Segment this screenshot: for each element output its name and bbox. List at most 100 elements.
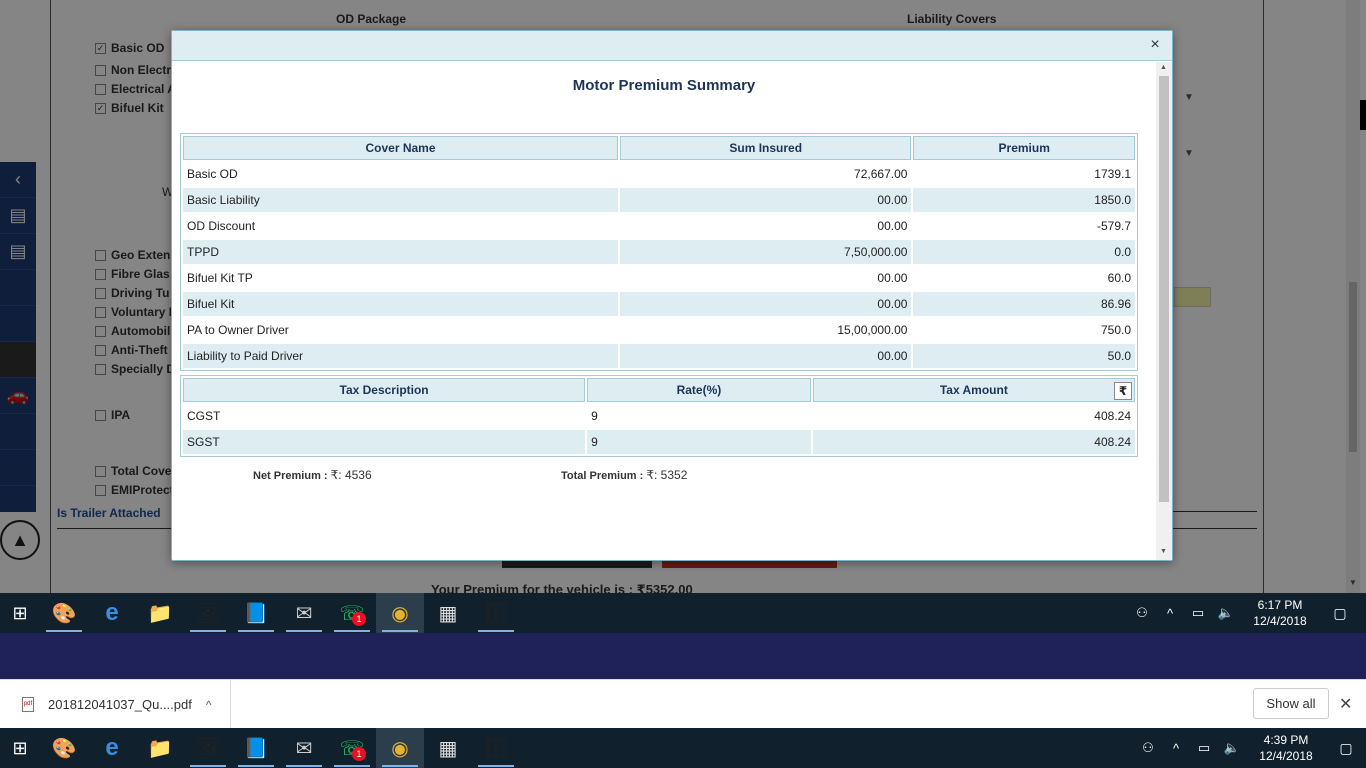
paint-icon[interactable]: 🎨 — [40, 593, 88, 633]
net-premium-label: Net Premium : — [253, 470, 328, 482]
cover-name: Bifuel Kit TP — [187, 271, 253, 285]
clock[interactable]: 6:17 PM 12/4/2018 — [1240, 597, 1320, 629]
column-header: Premium — [913, 136, 1135, 160]
outer-taskbar: ⊞ 🎨 e 📁 🖼 📘 ✉ ☏ 1 ◉ ▦ 🗄 ⚇ ^ ▭ 🔈 4:39 PM 1… — [0, 728, 1366, 768]
download-bar: pdf 201812041037_Qu....pdf ^ Show all ✕ — [0, 679, 1366, 729]
chrome-icon[interactable]: ◉ — [376, 593, 424, 633]
sum-insured: 00.00 — [877, 271, 908, 285]
total-premium-value: ₹: 5352 — [646, 468, 688, 482]
windows-start-icon[interactable]: ⊞ — [0, 593, 40, 633]
modal-scrollbar[interactable]: ▲ ▼ — [1156, 62, 1172, 560]
system-tray: ⚇ ^ ▭ 🔈 4:39 PM 12/4/2018 ▢ — [1134, 728, 1366, 768]
tax-rate: 9 — [591, 409, 598, 423]
edge-icon[interactable]: e — [88, 593, 136, 633]
notes-icon[interactable]: 📘 — [232, 728, 280, 768]
cover-name: PA to Owner Driver — [187, 323, 289, 337]
table-row: PA to Owner Driver 15,00,000.00 750.0 — [183, 318, 1135, 342]
people-icon[interactable]: ⚇ — [1134, 740, 1162, 756]
file-explorer-icon[interactable]: 📁 — [136, 593, 184, 633]
table-header-row: Tax Description Rate(%) Tax Amount ₹ — [183, 378, 1135, 402]
download-item[interactable]: pdf 201812041037_Qu....pdf ^ — [0, 680, 231, 729]
cover-name: Basic Liability — [183, 188, 618, 212]
premium: 0.0 — [913, 240, 1135, 264]
cover-name: TPPD — [183, 240, 618, 264]
archive-icon[interactable]: 🗄 — [472, 593, 520, 633]
download-file-name: 201812041037_Qu....pdf — [48, 697, 192, 712]
photos-icon[interactable]: 🖼 — [184, 728, 232, 768]
total-premium: Total Premium : ₹: 5352 — [561, 468, 687, 482]
scroll-up-icon[interactable]: ▲ — [1160, 64, 1167, 71]
sum-insured: 72,667.00 — [854, 167, 908, 181]
people-icon[interactable]: ⚇ — [1128, 605, 1156, 621]
volume-icon[interactable]: 🔈 — [1218, 740, 1246, 756]
cover-name: Basic OD — [187, 167, 238, 181]
chevron-up-icon[interactable]: ^ — [1162, 741, 1190, 756]
tax-amount: 408.24 — [1094, 409, 1131, 423]
table-row: CGST 9 408.24 — [183, 404, 1135, 428]
pdf-file-icon: pdf — [22, 697, 34, 712]
clock-time: 4:39 PM — [1263, 733, 1309, 747]
notes-icon[interactable]: 📘 — [232, 593, 280, 633]
table-row: Bifuel Kit 00.00 86.96 — [183, 292, 1135, 316]
notification-center-icon[interactable]: ▢ — [1320, 605, 1360, 622]
column-header: Rate(%) — [587, 378, 811, 402]
cover-name: OD Discount — [187, 219, 256, 233]
column-header: Tax Amount — [939, 383, 1008, 397]
table-row: Basic OD 72,667.00 1739.1 — [183, 162, 1135, 186]
table-row: SGST 9 408.24 — [183, 430, 1135, 454]
whatsapp-icon[interactable]: ☏ 1 — [328, 593, 376, 633]
net-premium: Net Premium : ₹: 4536 — [253, 468, 372, 482]
edge-icon[interactable]: e — [88, 728, 136, 768]
calculator-icon[interactable]: ▦ — [424, 728, 472, 768]
photos-icon[interactable]: 🖼 — [184, 593, 232, 633]
clock[interactable]: 4:39 PM 12/4/2018 — [1246, 732, 1326, 764]
whatsapp-icon[interactable]: ☏ 1 — [328, 728, 376, 768]
notification-center-icon[interactable]: ▢ — [1326, 740, 1366, 757]
system-tray: ⚇ ^ ▭ 🔈 6:17 PM 12/4/2018 ▢ — [1128, 593, 1360, 633]
premium: -579.7 — [1096, 219, 1131, 233]
close-icon[interactable]: ✕ — [1339, 694, 1352, 714]
column-header: Sum Insured — [620, 136, 912, 160]
table-row: Liability to Paid Driver 00.00 50.0 — [183, 344, 1135, 368]
show-all-button[interactable]: Show all — [1253, 688, 1329, 719]
table-header-row: Cover Name Sum Insured Premium — [183, 136, 1135, 160]
table-row: TPPD 7,50,000.00 0.0 — [183, 240, 1135, 264]
scrollbar-thumb[interactable] — [1159, 76, 1169, 502]
mail-icon[interactable]: ✉ — [280, 593, 328, 633]
table-row: Bifuel Kit TP 00.00 60.0 — [183, 266, 1135, 290]
premium: 60.0 — [1107, 271, 1131, 285]
clock-date: 12/4/2018 — [1259, 749, 1313, 763]
network-icon[interactable]: ▭ — [1190, 740, 1218, 756]
sum-insured: 00.00 — [620, 292, 912, 316]
calculator-icon[interactable]: ▦ — [424, 593, 472, 633]
tax-description: SGST — [183, 430, 586, 454]
tax-description: CGST — [187, 409, 221, 423]
tax-rate: 9 — [587, 430, 811, 454]
premium: 1850.0 — [913, 188, 1135, 212]
windows-start-icon[interactable]: ⊞ — [0, 728, 40, 768]
modal-body: Motor Premium Summary Cover Name Sum Ins… — [172, 62, 1156, 560]
table-row: Basic Liability 00.00 1850.0 — [183, 188, 1135, 212]
chrome-icon[interactable]: ◉ — [376, 728, 424, 768]
premium: 750.0 — [1100, 323, 1131, 337]
chevron-up-icon[interactable]: ^ — [1156, 606, 1184, 621]
chevron-up-icon[interactable]: ^ — [206, 698, 212, 712]
cover-table: Cover Name Sum Insured Premium Basic OD … — [180, 133, 1138, 371]
close-icon[interactable]: × — [1146, 36, 1164, 54]
archive-icon[interactable]: 🗄 — [472, 728, 520, 768]
inner-taskbar: ⊞ 🎨 e 📁 🖼 📘 ✉ ☏ 1 ◉ ▦ 🗄 ⚇ ^ ▭ 🔈 6:17 PM 1… — [0, 593, 1366, 633]
scroll-down-icon[interactable]: ▼ — [1160, 548, 1167, 555]
network-icon[interactable]: ▭ — [1184, 605, 1212, 621]
column-header: Tax Description — [183, 378, 586, 402]
file-explorer-icon[interactable]: 📁 — [136, 728, 184, 768]
tax-amount: 408.24 — [812, 430, 1135, 454]
sum-insured: 00.00 — [620, 188, 912, 212]
cover-name: Liability to Paid Driver — [183, 344, 618, 368]
sum-insured: 15,00,000.00 — [837, 323, 908, 337]
mail-icon[interactable]: ✉ — [280, 728, 328, 768]
table-row: OD Discount 00.00 -579.7 — [183, 214, 1135, 238]
volume-icon[interactable]: 🔈 — [1212, 605, 1240, 621]
paint-icon[interactable]: 🎨 — [40, 728, 88, 768]
premium: 1739.1 — [1094, 167, 1131, 181]
clock-date: 12/4/2018 — [1253, 614, 1307, 628]
